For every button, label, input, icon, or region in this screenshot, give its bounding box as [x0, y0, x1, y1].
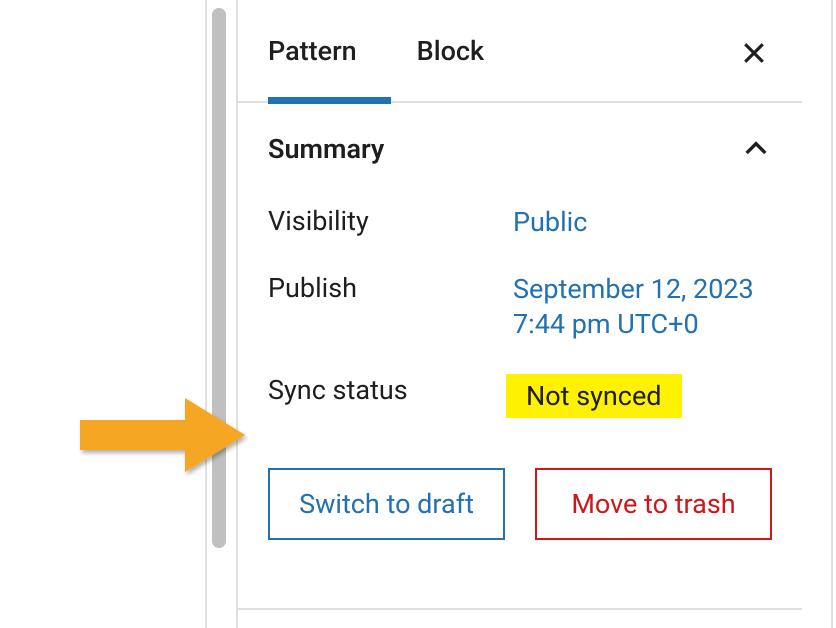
visibility-label: Visibility — [268, 205, 513, 237]
visibility-row: Visibility Public — [268, 205, 772, 240]
tab-block[interactable]: Block — [417, 0, 504, 102]
summary-toggle[interactable]: Summary — [238, 103, 802, 185]
tabs: Pattern Block — [238, 0, 802, 103]
summary-title: Summary — [268, 133, 384, 165]
close-button[interactable] — [736, 35, 772, 71]
sync-status-value: Not synced — [506, 374, 682, 418]
chevron-up-icon — [740, 133, 772, 165]
visibility-value[interactable]: Public — [513, 205, 587, 240]
publish-label: Publish — [268, 272, 513, 304]
divider — [238, 608, 802, 610]
tab-pattern[interactable]: Pattern — [268, 0, 377, 102]
switch-to-draft-button[interactable]: Switch to draft — [268, 468, 505, 540]
scrollbar[interactable] — [212, 8, 226, 548]
summary-body: Visibility Public Publish September 12, … — [238, 185, 802, 570]
publish-row: Publish September 12, 2023 7:44 pm UTC+0 — [268, 272, 772, 342]
sync-status-row: Sync status Not synced — [268, 374, 772, 418]
publish-value[interactable]: September 12, 2023 7:44 pm UTC+0 — [513, 272, 772, 342]
button-row: Switch to draft Move to trash — [268, 468, 772, 540]
sync-status-label: Sync status — [268, 374, 513, 406]
settings-panel: Pattern Block Summary Visibility Public … — [236, 0, 802, 628]
close-icon — [739, 38, 769, 68]
move-to-trash-button[interactable]: Move to trash — [535, 468, 772, 540]
